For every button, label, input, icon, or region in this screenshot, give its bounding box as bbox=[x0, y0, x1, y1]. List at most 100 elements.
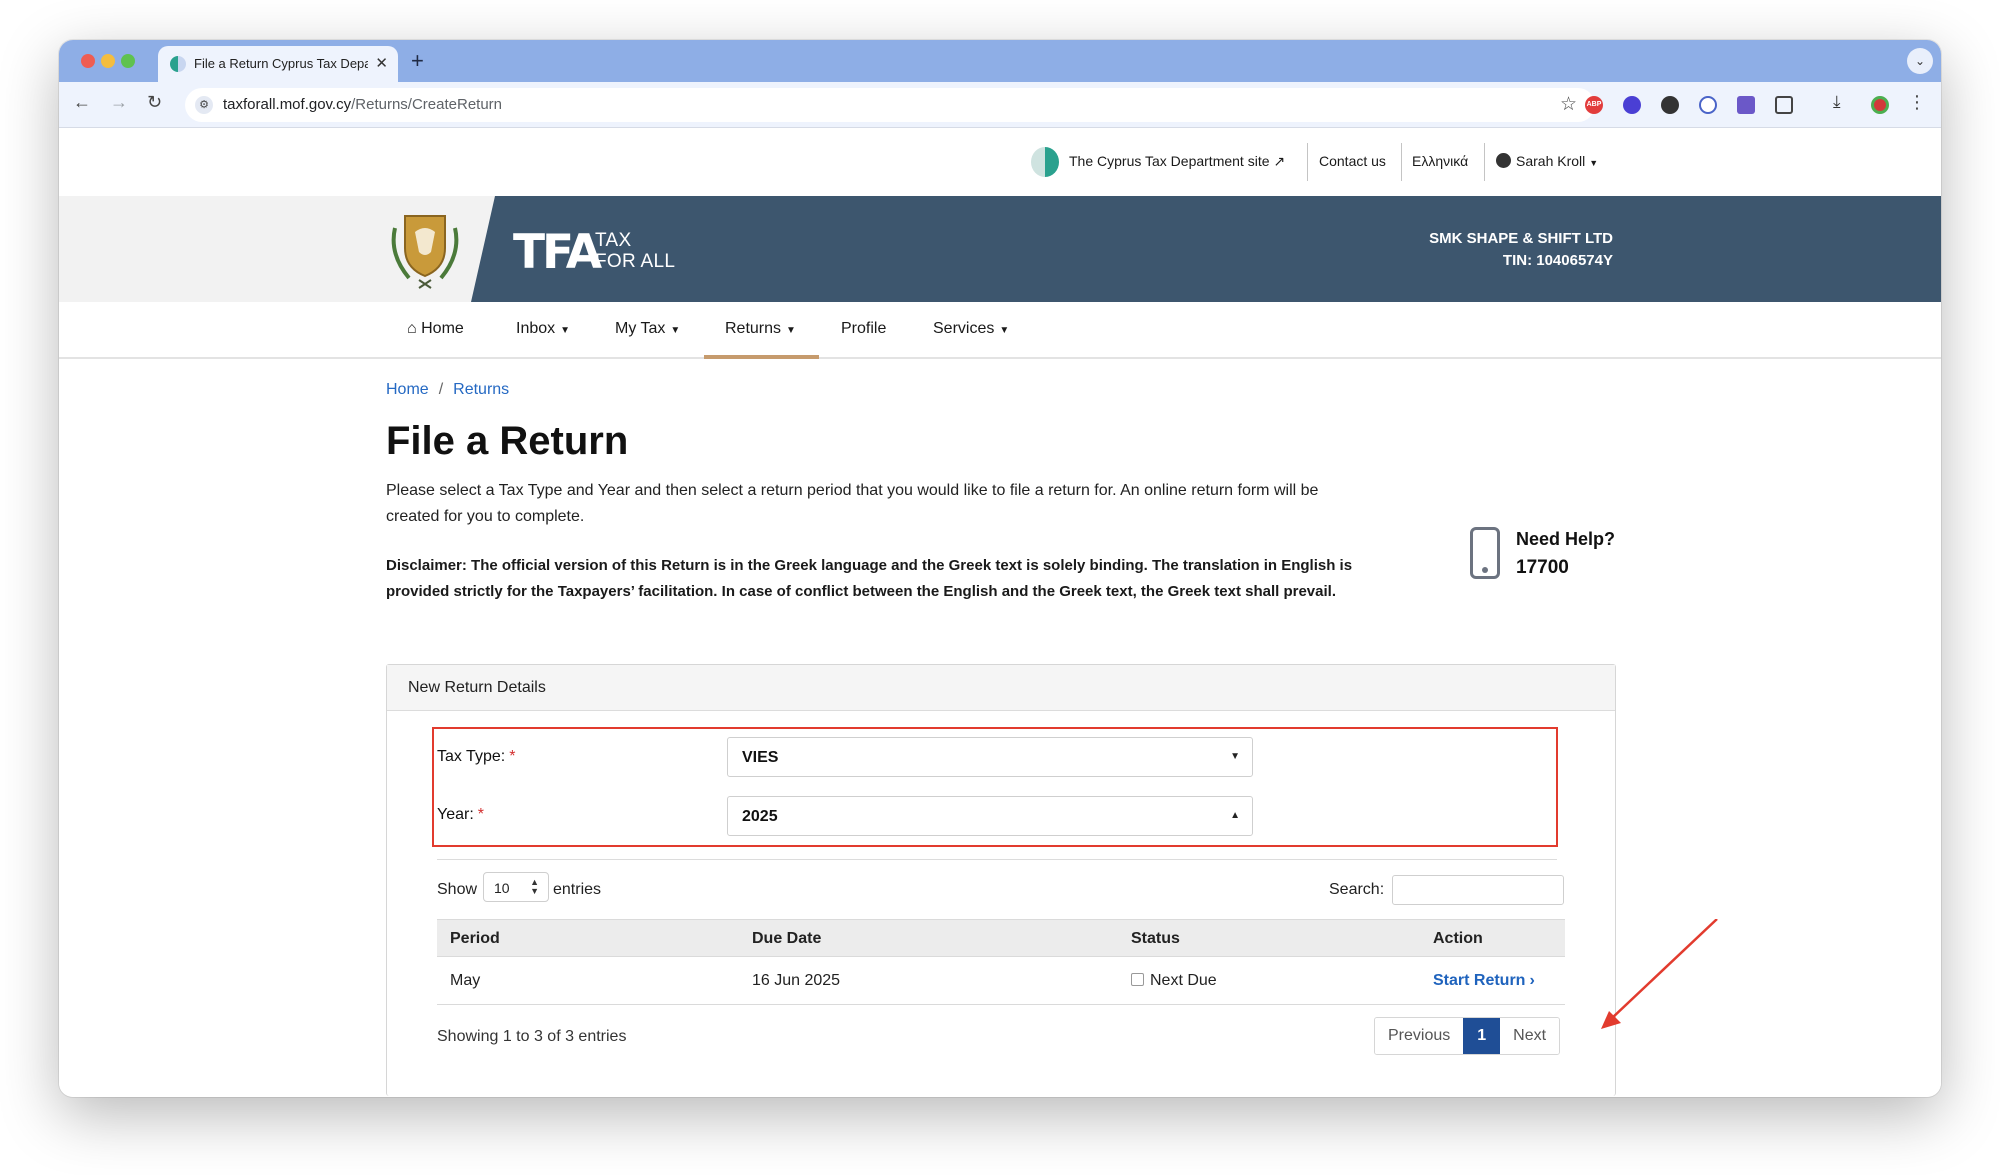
search-label: Search: bbox=[1329, 881, 1385, 898]
home-icon: ⌂ bbox=[407, 320, 417, 337]
new-tab-icon[interactable]: + bbox=[411, 48, 424, 74]
tax-department-link[interactable]: The Cyprus Tax Department site ↗ bbox=[1069, 153, 1285, 170]
panel-header: New Return Details bbox=[387, 665, 1615, 711]
tax-type-label: Tax Type: * bbox=[437, 748, 516, 765]
tab-search-chevron-icon[interactable]: ⌄ bbox=[1907, 48, 1933, 74]
banner-dark-panel bbox=[471, 196, 1941, 302]
address-bar[interactable]: ⚙ taxforall.mof.gov.cy/Returns/CreateRet… bbox=[185, 88, 1595, 122]
main-navigation: ⌂ Home Inbox ▼ My Tax ▼ Returns ▼ Profile S… bbox=[59, 302, 1941, 359]
table-row: May 16 Jun 2025 Next Due Start Return › bbox=[437, 957, 1565, 1005]
extension-badge-icon[interactable] bbox=[1623, 96, 1641, 114]
nav-profile[interactable]: Profile bbox=[841, 320, 886, 338]
company-name: SMK SHAPE & SHIFT LTD bbox=[1429, 230, 1613, 247]
cyprus-crest-icon bbox=[391, 215, 459, 289]
caret-down-icon: ▼ bbox=[670, 325, 681, 336]
nav-inbox[interactable]: Inbox ▼ bbox=[516, 320, 570, 338]
page-title: File a Return bbox=[386, 419, 629, 463]
reader-extension-icon[interactable] bbox=[1737, 96, 1755, 114]
browser-tab[interactable]: File a Return Cyprus Tax Depa ✕ bbox=[158, 46, 398, 82]
year-label: Year: * bbox=[437, 806, 485, 823]
site-settings-icon[interactable]: ⚙ bbox=[195, 96, 213, 114]
tab-title: File a Return Cyprus Tax Depa bbox=[194, 56, 368, 71]
breadcrumb: Home / Returns bbox=[386, 381, 510, 398]
chevron-right-icon: › bbox=[1529, 972, 1535, 989]
tax-department-logo-icon bbox=[1031, 147, 1059, 177]
user-circle-icon bbox=[1496, 153, 1511, 168]
column-header-period[interactable]: Period bbox=[450, 930, 500, 948]
browser-window: File a Return Cyprus Tax Depa ✕ + ⌄ ← → … bbox=[59, 40, 1941, 1097]
tin-number: TIN: 10406574Y bbox=[1502, 252, 1613, 269]
divider bbox=[437, 859, 1557, 860]
divider bbox=[1307, 143, 1308, 181]
help-title: Need Help? bbox=[1516, 529, 1616, 549]
password-manager-icon[interactable] bbox=[1699, 96, 1717, 114]
contact-us-link[interactable]: Contact us bbox=[1319, 153, 1386, 169]
new-return-panel: New Return Details Tax Type: * VIES ▼ Yea… bbox=[386, 664, 1616, 1096]
disclaimer-text: Disclaimer: The official version of this… bbox=[386, 557, 1353, 600]
minimize-window-button[interactable] bbox=[101, 54, 115, 68]
breadcrumb-returns[interactable]: Returns bbox=[453, 381, 509, 398]
forward-arrow-icon[interactable]: → bbox=[110, 92, 128, 113]
panel-title: New Return Details bbox=[408, 679, 546, 696]
pagination-page-1[interactable]: 1 bbox=[1463, 1018, 1501, 1054]
extensions-puzzle-icon[interactable] bbox=[1775, 96, 1793, 114]
tfa-tagline: TAX FOR ALL bbox=[595, 230, 676, 272]
sort-arrows-icon: ▲ ▼ bbox=[530, 877, 539, 896]
reload-icon[interactable]: ↻ bbox=[147, 92, 162, 113]
column-header-status[interactable]: Status bbox=[1131, 930, 1180, 948]
url-text: taxforall.mof.gov.cy/Returns/CreateRetur… bbox=[223, 96, 503, 113]
page-length-select[interactable]: 10 ▲ ▼ bbox=[483, 872, 549, 902]
extension-icon[interactable] bbox=[1661, 96, 1679, 114]
phone-icon bbox=[1470, 527, 1500, 579]
active-nav-indicator bbox=[704, 355, 819, 359]
caret-down-icon: ▼ bbox=[786, 325, 796, 336]
nav-my-tax[interactable]: My Tax ▼ bbox=[615, 320, 680, 338]
browser-menu-icon[interactable]: ⋮ bbox=[1908, 92, 1926, 112]
caret-up-icon: ▲ bbox=[1230, 810, 1240, 821]
nav-home[interactable]: ⌂ Home bbox=[407, 320, 464, 338]
user-menu[interactable]: Sarah Kroll ▼ bbox=[1496, 153, 1598, 169]
divider bbox=[1401, 143, 1402, 181]
user-name: Sarah Kroll bbox=[1516, 153, 1586, 169]
utility-bar: The Cyprus Tax Department site ↗ Contact… bbox=[59, 129, 1941, 196]
profile-avatar-icon[interactable] bbox=[1871, 96, 1889, 114]
tfa-logo[interactable]: TFA bbox=[513, 229, 602, 276]
download-icon[interactable]: ⤓ bbox=[1833, 92, 1851, 111]
caret-down-icon: ▼ bbox=[1589, 158, 1599, 168]
tax-type-select[interactable]: VIES ▼ bbox=[727, 737, 1253, 777]
close-window-button[interactable] bbox=[81, 54, 95, 68]
browser-toolbar: ← → ↻ ⚙ taxforall.mof.gov.cy/Returns/Cre… bbox=[59, 82, 1941, 128]
tab-close-icon[interactable]: ✕ bbox=[375, 54, 388, 72]
maximize-window-button[interactable] bbox=[121, 54, 135, 68]
pagination-next[interactable]: Next bbox=[1500, 1018, 1560, 1054]
cell-period: May bbox=[450, 972, 481, 989]
nav-services[interactable]: Services ▼ bbox=[933, 320, 1009, 338]
year-value: 2025 bbox=[742, 808, 778, 825]
site-favicon-icon bbox=[170, 56, 186, 72]
breadcrumb-home[interactable]: Home bbox=[386, 381, 429, 398]
cell-due-date: 16 Jun 2025 bbox=[752, 972, 841, 989]
show-label: Show bbox=[437, 881, 478, 898]
column-header-due-date[interactable]: Due Date bbox=[752, 930, 821, 948]
search-input[interactable] bbox=[1392, 875, 1564, 905]
table-info: Showing 1 to 3 of 3 entries bbox=[437, 1028, 627, 1045]
cell-status: Next Due bbox=[1131, 972, 1217, 990]
start-return-link[interactable]: Start Return › bbox=[1433, 972, 1535, 990]
caret-down-icon: ▼ bbox=[1230, 751, 1240, 762]
column-header-action[interactable]: Action bbox=[1433, 930, 1483, 948]
back-arrow-icon[interactable]: ← bbox=[73, 92, 91, 113]
table-header: Period Due Date Status Action bbox=[437, 919, 1565, 957]
nav-returns[interactable]: Returns ▼ bbox=[725, 320, 796, 338]
tab-strip: File a Return Cyprus Tax Depa ✕ + ⌄ bbox=[59, 40, 1941, 82]
caret-down-icon: ▼ bbox=[560, 325, 571, 336]
language-switch-link[interactable]: Ελληνικά bbox=[1412, 153, 1468, 169]
web-page: The Cyprus Tax Department site ↗ Contact… bbox=[59, 129, 1941, 1097]
tax-type-value: VIES bbox=[742, 749, 779, 766]
site-banner: TFA TAX FOR ALL SMK SHAPE & SHIFT LTD TIN… bbox=[59, 196, 1941, 302]
pagination: Previous 1 Next bbox=[1374, 1017, 1561, 1055]
adblock-extension-icon[interactable]: ABP bbox=[1585, 96, 1603, 114]
pagination-previous[interactable]: Previous bbox=[1375, 1018, 1464, 1054]
bookmark-star-icon[interactable]: ☆ bbox=[1560, 93, 1577, 116]
start-return-label[interactable]: Start Return bbox=[1433, 972, 1525, 989]
year-select[interactable]: 2025 ▲ bbox=[727, 796, 1253, 836]
